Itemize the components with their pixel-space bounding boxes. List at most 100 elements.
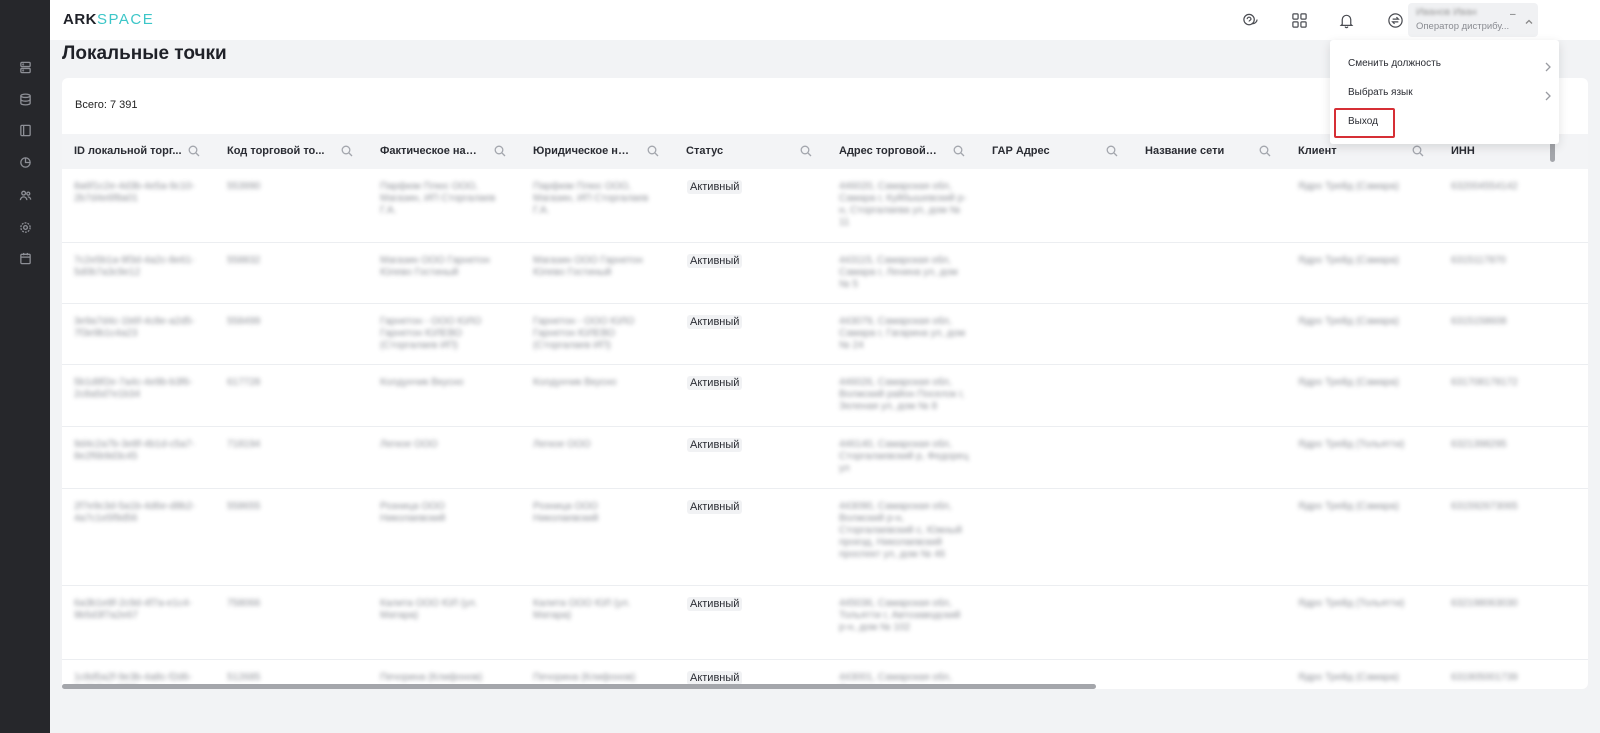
cell-address: 445036, Самарская обл, Тольятти г, Автоз…: [839, 598, 961, 633]
user-name: Иванов Иван: [1416, 7, 1477, 18]
cell-fact-name: Магазин ООО Гарнетон Юлево Гостиный: [380, 255, 490, 278]
status-badge: Активный: [687, 376, 743, 390]
cell-fact-name: Легкое ООО: [380, 439, 438, 450]
status-badge: Активный: [687, 438, 743, 452]
calendar-icon[interactable]: [17, 250, 33, 266]
logo-text-ark: ARK: [63, 11, 97, 28]
cell-address: 443115, Самарская обл, Самара г, Ленина …: [839, 255, 958, 290]
column-header: Юридическое наз...: [521, 134, 674, 169]
cell-legal-name: Парфюм Плюс ООО, Магазин, ИП Сторгалаев …: [533, 181, 649, 216]
cell-fact-name: Гарнетон - ООО ЮЛО Гарнетон ЮЛЕВО (Сторг…: [380, 316, 482, 351]
column-header: Фактическое наз...: [368, 134, 521, 169]
table-row[interactable]: 3e9a7d4c-1b6f-4c8e-a2d5-7f3e9b1c4a23 558…: [62, 304, 1588, 365]
cell-fact-name: Калита ООО ЮЛ (ул. Матара): [380, 598, 478, 621]
search-icon[interactable]: [494, 144, 506, 157]
page-title: Локальные точки: [62, 43, 227, 64]
search-icon[interactable]: [188, 144, 200, 157]
exchange-icon[interactable]: [1385, 10, 1405, 30]
cell-legal-name: Колдунчик Вкусно: [533, 377, 617, 388]
cell-legal-name: Калита ООО ЮЛ (ул. Матара): [533, 598, 631, 621]
users-icon[interactable]: [17, 187, 33, 203]
column-title: Статус: [686, 145, 724, 157]
search-icon[interactable]: [953, 144, 965, 157]
table-row[interactable]: 9d4c2a7b-3e8f-4b1d-c5a7-8e2f6b9d3c45 718…: [62, 427, 1588, 489]
column-header: ID локальной торг...: [62, 134, 215, 169]
status-badge: Активный: [687, 254, 743, 268]
menu-item-change-position[interactable]: Сменить должность: [1330, 50, 1559, 78]
column-title: Юридическое наз...: [533, 145, 633, 157]
cell-code: 718194: [227, 439, 261, 450]
bell-icon[interactable]: [1336, 10, 1356, 30]
table-row[interactable]: 5b1d8f2e-7a4c-4e9b-b3f6-2c8a5d7e1b34 617…: [62, 365, 1588, 427]
column-header: ГАР Адрес: [980, 134, 1133, 169]
cell-fact-name: Розница ООО Николаевский: [380, 501, 446, 524]
cell-client: Ядро Трейд (Самара): [1298, 316, 1399, 327]
table-row[interactable]: 7c2e5b1a-9f3d-4a2c-8e61-5d0b7a3c9e12 558…: [62, 243, 1588, 304]
cell-client: Ядро Трейд (Самара): [1298, 672, 1399, 683]
cell-address: 446026, Самарская обл, Волжский район По…: [839, 377, 965, 412]
column-header: Статус: [674, 134, 827, 169]
cell-inn: 631905001739: [1451, 672, 1518, 683]
gear-icon[interactable]: [17, 219, 33, 235]
cell-address: 443090, Самарская обл, Волжский р-н, Сто…: [839, 501, 962, 560]
total-count: Всего: 7 391: [75, 99, 138, 111]
column-title: Название сети: [1145, 145, 1225, 157]
cell-code: 512685: [227, 672, 261, 683]
menu-item-label: Выбрать язык: [1348, 87, 1413, 98]
cell-address: 446020, Самарская обл, Самара г, Куйбыше…: [839, 181, 967, 228]
menu-item-select-language[interactable]: Выбрать язык: [1330, 79, 1559, 107]
cell-id: 7c2e5b1a-9f3d-4a2c-8e61-5d0b7a3c9e12: [74, 255, 195, 278]
column-title: Адрес торговой т...: [839, 145, 939, 157]
table-card: Всего: 7 391 ID локальной торг... Код то…: [62, 78, 1588, 689]
app-logo[interactable]: ARKSPACE: [63, 11, 154, 28]
chat-icon[interactable]: [1240, 10, 1260, 30]
search-icon[interactable]: [1106, 144, 1118, 157]
database-icon[interactable]: [17, 91, 33, 107]
server-icon[interactable]: [17, 59, 33, 75]
logo-text-space: SPACE: [97, 11, 155, 28]
status-badge: Активный: [687, 315, 743, 329]
status-badge: Активный: [687, 500, 743, 514]
cell-inn: 6315117870: [1451, 255, 1506, 266]
table-row[interactable]: 8a6f1c2e-4d3b-4e5a-9c10-2b7d4e6f8a01 553…: [62, 169, 1588, 243]
pie-chart-icon[interactable]: [17, 154, 33, 170]
user-dropdown-menu: Сменить должность Выбрать язык Выход: [1330, 40, 1559, 144]
search-icon[interactable]: [647, 144, 659, 157]
search-icon[interactable]: [1412, 144, 1424, 157]
cell-inn: 6315158608: [1451, 316, 1507, 327]
logout-highlight-box: [1334, 108, 1395, 138]
grid-icon[interactable]: [1289, 10, 1309, 30]
cell-inn: 631592673065: [1451, 501, 1518, 512]
column-title: ГАР Адрес: [992, 145, 1050, 157]
search-icon[interactable]: [800, 144, 812, 157]
menu-item-label: Сменить должность: [1348, 58, 1441, 69]
cell-id: 5b1d8f2e-7a4c-4e9b-b3f6-2c8a5d7e1b34: [74, 377, 193, 400]
table-row[interactable]: 2f7e9c3d-5a1b-4d6e-d8b2-4a7c1e5f9d56 558…: [62, 489, 1588, 586]
cell-legal-name: Легкое ООО: [533, 439, 591, 450]
search-icon[interactable]: [1259, 144, 1271, 157]
column-header: Название сети: [1133, 134, 1286, 169]
cell-legal-name: Магазин ООО Гарнетон Юлево Гостиный: [533, 255, 643, 278]
cell-address: 443079, Самарская обл, Самара г, Гагарин…: [839, 316, 966, 351]
cell-address: 446140, Самарская обл, Сторгалаевский р,…: [839, 439, 969, 474]
cell-fact-name: Колдунчик Вкусно: [380, 377, 464, 388]
book-icon[interactable]: [17, 122, 33, 138]
cell-client: Ядро Трейд (Самара): [1298, 377, 1399, 388]
status-badge: Активный: [687, 597, 743, 611]
cell-inn: 631708178172: [1451, 377, 1518, 388]
cell-legal-name: Розница ООО Николаевский: [533, 501, 599, 524]
column-title: ID локальной торг...: [74, 145, 182, 157]
cell-id: 2f7e9c3d-5a1b-4d6e-d8b2-4a7c1e5f9d56: [74, 501, 196, 524]
cell-id: 8a6f1c2e-4d3b-4e5a-9c10-2b7d4e6f8a01: [74, 181, 195, 204]
user-menu-toggle[interactable]: Иванов Иван – Оператор дистрибу...: [1408, 3, 1538, 37]
table-row[interactable]: 6a3b1e8f-2c9d-4f7a-e1c4-9b5d3f7a2e67 758…: [62, 586, 1588, 660]
cell-code: 558832: [227, 255, 261, 266]
cell-id: 3e9a7d4c-1b6f-4c8e-a2d5-7f3e9b1c4a23: [74, 316, 195, 339]
cell-code: 558499: [227, 316, 261, 327]
horizontal-scrollbar[interactable]: [62, 684, 1096, 689]
cell-legal-name: Печорина (Клифонов): [533, 672, 636, 683]
cell-legal-name: Гарнетон - ООО ЮЛО Гарнетон ЮЛЕВО (Сторг…: [533, 316, 635, 351]
search-icon[interactable]: [341, 144, 353, 157]
user-dash: –: [1510, 9, 1516, 20]
column-title: Фактическое наз...: [380, 145, 480, 157]
